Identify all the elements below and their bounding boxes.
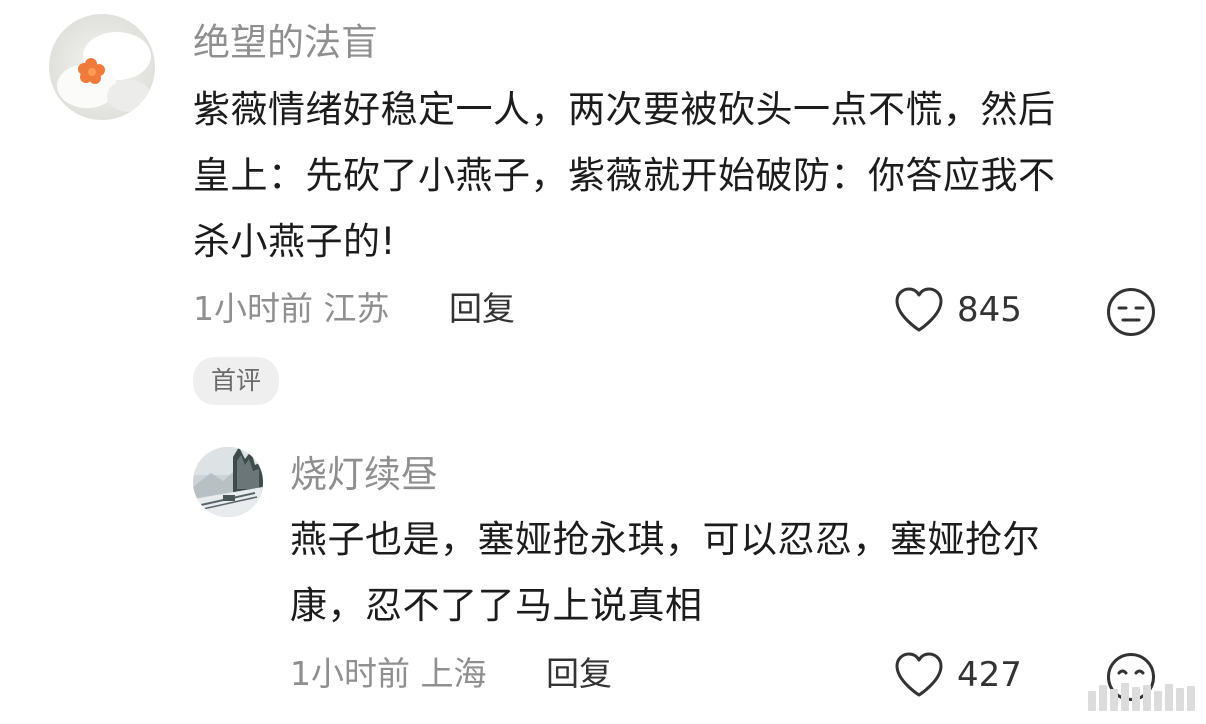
heart-outline-icon xyxy=(895,652,943,697)
reply-like-count: 427 xyxy=(957,655,1022,695)
reply-reply-button[interactable]: 回复 xyxy=(546,657,612,690)
reply-like-button[interactable]: 427 xyxy=(893,651,1022,699)
comment-username[interactable]: 绝望的法盲 xyxy=(193,24,378,61)
reply-username[interactable]: 烧灯续昼 xyxy=(290,456,438,493)
like-button[interactable]: 845 xyxy=(893,286,1022,334)
reply-content-line: 康，忍不了了马上说真相 xyxy=(290,584,703,627)
reply-avatar[interactable] xyxy=(193,447,263,517)
comment-time-location: 1小时前 江苏 xyxy=(193,289,390,328)
heart-outline-icon xyxy=(895,287,943,332)
first-comment-badge: 首评 xyxy=(193,357,280,405)
neutral-face-icon xyxy=(1107,288,1155,336)
like-count: 845 xyxy=(957,290,1022,330)
comment-content: 紫薇情绪好稳定一人，两次要被砍头一点不慌，然后 皇上：先砍了小燕子，紫薇就开始破… xyxy=(193,77,1056,275)
comment-content-line: 皇上：先砍了小燕子，紫薇就开始破防：你答应我不 xyxy=(193,154,1056,197)
reply-time-location: 1小时前 上海 xyxy=(290,654,487,693)
reply-content-line: 燕子也是，塞娅抢永琪，可以忍忍，塞娅抢尔 xyxy=(290,518,1040,561)
reply-button[interactable]: 回复 xyxy=(449,292,515,325)
reply-content: 燕子也是，塞娅抢永琪，可以忍忍，塞娅抢尔 康，忍不了了马上说真相 xyxy=(290,507,1040,639)
comment-content-line: 紫薇情绪好稳定一人，两次要被砍头一点不慌，然后 xyxy=(193,88,1056,131)
avatar[interactable] xyxy=(49,14,155,120)
reaction-button[interactable] xyxy=(1106,287,1156,341)
comment-content-line: 杀小燕子的! xyxy=(193,220,396,263)
watermark xyxy=(1088,681,1198,711)
